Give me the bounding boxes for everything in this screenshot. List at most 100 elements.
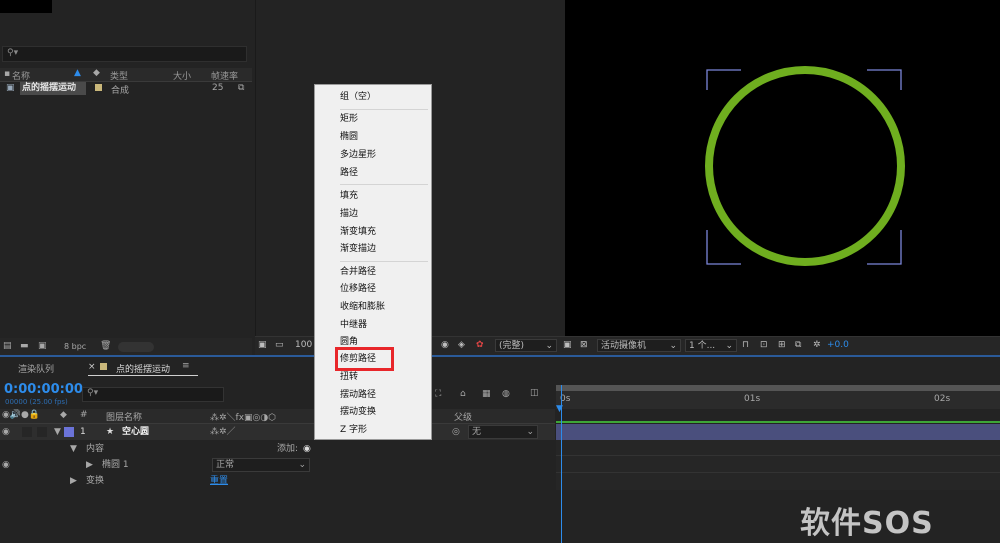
- show-snapshot-icon[interactable]: ◈: [458, 339, 465, 352]
- menu-item-fill[interactable]: 填充: [340, 189, 358, 203]
- menu-item-path[interactable]: 路径: [340, 166, 358, 180]
- project-search-input[interactable]: ⚲▾: [2, 46, 247, 62]
- camera-select[interactable]: 活动摄像机 ⌄: [597, 339, 681, 352]
- new-composition-icon[interactable]: ▣: [38, 341, 47, 351]
- work-area-indicator: [556, 421, 1000, 423]
- menu-item-rectangle[interactable]: 矩形: [340, 112, 358, 126]
- column-parent[interactable]: 父级: [454, 410, 472, 423]
- menu-item-gradient-fill[interactable]: 渐变填充: [340, 225, 376, 239]
- camera-snapshot-icon[interactable]: ◉: [441, 339, 449, 352]
- label-color-icon: ▪: [4, 69, 11, 79]
- menu-item-repeater[interactable]: 中继器: [340, 318, 367, 332]
- color-channel-icon[interactable]: ✿: [476, 339, 484, 352]
- shy-icon[interactable]: ▦: [482, 389, 491, 399]
- column-number: #: [80, 410, 88, 420]
- layer-name[interactable]: 空心圆: [122, 424, 149, 440]
- interpret-footage-icon[interactable]: ▤: [3, 341, 12, 351]
- project-thumbnail: [0, 0, 52, 13]
- toggle-pixel-aspect-icon[interactable]: ⊓: [742, 339, 749, 352]
- reset-link[interactable]: 重置: [210, 473, 228, 489]
- transparency-grid-icon[interactable]: ⊠: [580, 339, 588, 352]
- column-layer-name[interactable]: 图层名称: [106, 410, 142, 423]
- column-name[interactable]: 名称: [12, 69, 30, 82]
- views-select[interactable]: 1 个... ⌄: [685, 339, 737, 352]
- graph-editor-icon[interactable]: ◫: [530, 388, 539, 398]
- layer-row[interactable]: ◉ ▼ 1 ★ 空心圆 ⁂✲／ ◎ 无 ⌄: [0, 424, 555, 440]
- transform-row[interactable]: ▶ 变换 重置: [0, 473, 555, 489]
- flowchart-icon[interactable]: ⧉: [238, 83, 244, 93]
- project-slider[interactable]: [118, 342, 154, 352]
- region-of-interest-icon[interactable]: ▣: [563, 339, 572, 352]
- expand-arrow-icon[interactable]: ▶: [86, 457, 93, 473]
- current-timecode[interactable]: 0:00:00:00: [4, 382, 83, 397]
- comp-mini-flowchart-icon[interactable]: ⛶: [435, 389, 441, 399]
- fast-preview-icon[interactable]: ⊡: [760, 339, 768, 352]
- column-type[interactable]: 类型: [110, 69, 128, 82]
- resolution-select[interactable]: (完整) ⌄: [495, 339, 557, 352]
- ruler-tick-2: 02s: [934, 394, 951, 404]
- menu-separator: [340, 109, 428, 110]
- menu-item-stroke[interactable]: 描边: [340, 207, 358, 221]
- exposure-value[interactable]: +0.0: [827, 339, 849, 352]
- menu-item-pucker-bloat[interactable]: 收缩和膨胀: [340, 300, 385, 314]
- tab-composition[interactable]: 点的摇摆运动: [116, 362, 170, 375]
- composition-viewer[interactable]: [565, 0, 1000, 336]
- playhead-handle-icon[interactable]: ▼: [556, 404, 563, 414]
- frame-blending-icon[interactable]: ◍: [502, 389, 510, 399]
- expand-arrow-icon[interactable]: ▼: [54, 424, 61, 440]
- pickwhip-icon[interactable]: ◎: [452, 424, 460, 440]
- visibility-eye-icon[interactable]: ◉: [2, 457, 10, 473]
- menu-item-merge-paths[interactable]: 合并路径: [340, 265, 376, 279]
- monitor-icon[interactable]: ▭: [275, 339, 284, 352]
- solo-toggle[interactable]: [37, 427, 47, 437]
- column-size[interactable]: 大小: [173, 69, 191, 82]
- blend-mode-select[interactable]: 正常 ⌄: [212, 458, 310, 472]
- menu-separator: [340, 261, 428, 262]
- zoom-select[interactable]: 100: [295, 339, 312, 352]
- audio-toggle[interactable]: [22, 427, 32, 437]
- circle-shape[interactable]: [705, 66, 905, 266]
- timeline-search-input[interactable]: ⚲▾: [82, 387, 224, 402]
- flowchart-icon[interactable]: ⧉: [795, 339, 801, 352]
- menu-item-twist[interactable]: 扭转: [340, 370, 358, 384]
- layer-label-color[interactable]: [64, 427, 74, 437]
- content-label: 内容: [86, 444, 105, 454]
- menu-item-offset-paths[interactable]: 位移路径: [340, 282, 376, 296]
- menu-item-zig-zag[interactable]: Z 字形: [340, 423, 367, 437]
- layer-number: 1: [80, 427, 86, 437]
- project-toolbar: ▤ ▬ ▣ 8 bpc 🗑: [0, 338, 252, 356]
- expand-arrow-icon[interactable]: ▶: [70, 473, 77, 489]
- visibility-eye-icon[interactable]: ◉: [2, 424, 10, 440]
- project-item-row[interactable]: ▣ 点的摇摆运动 合成 25 ⧉: [0, 82, 252, 96]
- bit-depth-button[interactable]: 8 bpc: [64, 342, 86, 351]
- menu-item-wiggle-paths[interactable]: 摆动路径: [340, 388, 376, 402]
- snapshot-icon[interactable]: ▣: [258, 339, 267, 352]
- add-shape-button[interactable]: ◉: [303, 441, 311, 457]
- transform-label: 变换: [86, 476, 105, 486]
- expand-arrow-icon[interactable]: ▼: [70, 441, 77, 457]
- work-area-bar[interactable]: [556, 385, 1000, 391]
- close-icon[interactable]: ×: [88, 362, 96, 372]
- layer-duration-bar[interactable]: [556, 424, 1000, 440]
- tab-menu-icon[interactable]: ≡: [182, 361, 190, 371]
- content-row[interactable]: ▼ 内容 添加: ◉: [0, 441, 555, 457]
- menu-item-ellipse[interactable]: 椭圆: [340, 130, 358, 144]
- trash-icon[interactable]: 🗑: [100, 341, 111, 351]
- tab-render-queue[interactable]: 渲染队列: [18, 362, 54, 375]
- menu-item-group[interactable]: 组（空）: [340, 90, 376, 104]
- menu-item-gradient-stroke[interactable]: 渐变描边: [340, 242, 376, 256]
- menu-item-wiggle-transform[interactable]: 摆动变换: [340, 405, 376, 419]
- column-fps[interactable]: 帧速率: [211, 69, 238, 82]
- parent-select[interactable]: 无 ⌄: [468, 425, 538, 439]
- blend-mode-value: 正常: [216, 460, 235, 470]
- ellipse-row[interactable]: ◉ ▶ 椭圆 1 正常 ⌄: [0, 457, 555, 473]
- new-folder-icon[interactable]: ▬: [20, 341, 29, 351]
- active-tab-underline: [88, 375, 198, 376]
- menu-item-polystar[interactable]: 多边星形: [340, 148, 376, 162]
- time-ruler[interactable]: 0s 01s 02s: [556, 385, 1000, 409]
- layer-switch-icons[interactable]: ⁂✲／: [210, 424, 236, 440]
- exposure-icon[interactable]: ✲: [813, 339, 821, 352]
- timeline-icon[interactable]: ⊞: [778, 339, 786, 352]
- chevron-down-icon: ⌄: [526, 427, 534, 437]
- draft-3d-icon[interactable]: ⌂: [460, 389, 466, 399]
